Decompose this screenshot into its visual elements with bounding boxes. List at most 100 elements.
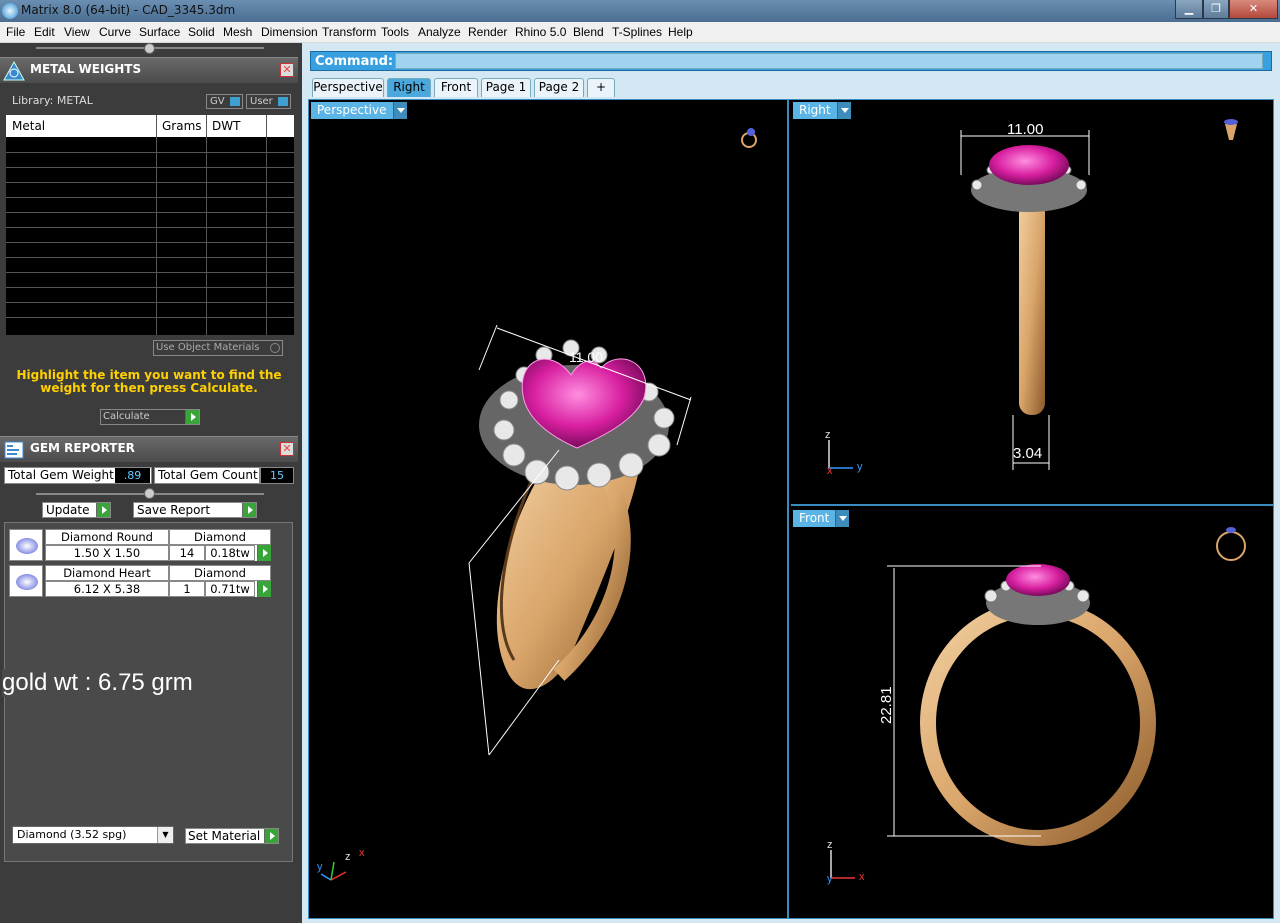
right-label-text: Right [799, 103, 831, 117]
axis-z-label: z [345, 851, 351, 863]
set-material-label: Set Material [188, 829, 261, 843]
front-viewport[interactable]: 22.81 z x y Front [791, 508, 1273, 918]
menu-analyze[interactable]: Analyze [418, 25, 461, 39]
menu-view[interactable]: View [64, 25, 90, 39]
right-shank-dim: 3.04 [1013, 445, 1042, 462]
menu-tools[interactable]: Tools [381, 25, 409, 39]
metal-table-header: Metal Grams DWT [6, 115, 294, 137]
play-icon [96, 503, 110, 517]
app-icon [2, 3, 18, 19]
set-material-button[interactable]: Set Material [185, 828, 279, 844]
viewport-menu-icon[interactable] [835, 510, 850, 527]
update-label: Update [46, 503, 90, 517]
viewport-menu-icon[interactable] [392, 102, 407, 119]
menu-surface[interactable]: Surface [139, 25, 180, 39]
calculate-label: Calculate [103, 411, 150, 422]
front-viewport-label[interactable]: Front [793, 510, 850, 527]
front-label-text: Front [799, 511, 830, 525]
right-render: 11.00 3.04 z y x [825, 119, 1238, 477]
play-icon [257, 545, 271, 561]
menu-blend[interactable]: Blend [573, 25, 604, 39]
menu-mesh[interactable]: Mesh [223, 25, 252, 39]
perspective-viewport-label[interactable]: Perspective [311, 102, 407, 119]
right-width-dim: 11.00 [1007, 121, 1043, 138]
gem-shape: Diamond Heart [45, 565, 169, 581]
play-icon [264, 829, 278, 843]
axis-x-label: x [859, 871, 865, 883]
menu-help[interactable]: Help [668, 25, 693, 39]
viewport-area: 11.00 y z x Perspective 11.00 3.04 z y x… [308, 99, 1274, 919]
command-label: Command: [315, 54, 394, 69]
gem-shape: Diamond Round [45, 529, 169, 545]
heart-gem-icon [9, 565, 43, 597]
gem-row[interactable]: Diamond Heart Diamond 6.12 X 5.38 1 0.71… [9, 565, 271, 597]
close-metal-panel-icon[interactable]: ✕ [280, 63, 294, 77]
gold-weight-note: gold wt : 6.75 grm [2, 669, 193, 697]
tab-right[interactable]: Right [387, 78, 431, 97]
tab-front[interactable]: Front [434, 78, 478, 97]
gv-toggle[interactable]: GV [206, 94, 243, 109]
command-input[interactable] [395, 53, 1263, 69]
left-panel: METAL WEIGHTS ✕ Library: METAL GV User M… [0, 43, 300, 923]
tab-page-2[interactable]: Page 2 [534, 78, 584, 97]
axis-x-label: x [827, 465, 833, 477]
workspace: Command: Perspective Right Front Page 1 … [302, 43, 1280, 923]
splitter-knob[interactable] [144, 43, 155, 54]
col-grams[interactable]: Grams [162, 119, 202, 133]
menu-tsplines[interactable]: T-Splines [612, 25, 662, 39]
tab-perspective[interactable]: Perspective [312, 78, 384, 97]
right-viewport-label[interactable]: Right [793, 102, 851, 119]
viewport-menu-icon[interactable] [836, 102, 851, 119]
material-select[interactable]: Diamond (3.52 spg) ▼ [12, 826, 174, 844]
right-viewport[interactable]: 11.00 3.04 z y x Right [791, 100, 1273, 506]
menu-dimension[interactable]: Dimension [261, 25, 318, 39]
use-object-materials-toggle[interactable]: Use Object Materials [153, 340, 283, 356]
metal-table[interactable]: Metal Grams DWT [6, 115, 294, 335]
gem-row-go[interactable] [255, 581, 271, 597]
perspective-viewport[interactable]: 11.00 y z x Perspective [309, 100, 789, 918]
menu-transform[interactable]: Transform [322, 25, 376, 39]
gem-reporter-header: GEM REPORTER ✕ [0, 436, 298, 462]
axis-x-label: x [359, 847, 365, 859]
menu-edit[interactable]: Edit [34, 25, 55, 39]
chevron-down-icon: ▼ [157, 827, 173, 843]
menu-rhino[interactable]: Rhino 5.0 [515, 25, 566, 39]
axis-y-label: y [317, 861, 323, 873]
minimize-button[interactable]: ▁ [1175, 0, 1203, 19]
save-report-button[interactable]: Save Report [133, 502, 257, 518]
use-object-materials-label: Use Object Materials [156, 342, 260, 353]
menu-bar: File Edit View Curve Surface Solid Mesh … [0, 22, 1280, 43]
gem-size: 1.50 X 1.50 [45, 545, 169, 561]
perspective-label-text: Perspective [317, 103, 387, 117]
gem-size: 6.12 X 5.38 [45, 581, 169, 597]
add-tab-button[interactable]: + [587, 78, 615, 97]
user-toggle[interactable]: User [246, 94, 291, 109]
menu-curve[interactable]: Curve [99, 25, 131, 39]
update-button[interactable]: Update [42, 502, 111, 518]
play-icon [185, 410, 199, 424]
app-window: Matrix 8.0 (64-bit) - CAD_3345.3dm ▁ ❐ ✕… [0, 0, 1280, 923]
gem-reporter-icon [4, 441, 24, 459]
col-dwt[interactable]: DWT [212, 119, 240, 133]
calculate-button[interactable]: Calculate [100, 409, 200, 425]
close-window-button[interactable]: ✕ [1229, 0, 1278, 19]
metal-weights-icon [3, 60, 25, 81]
tab-page-1[interactable]: Page 1 [481, 78, 531, 97]
gem-splitter-knob[interactable] [144, 488, 155, 499]
close-gem-panel-icon[interactable]: ✕ [280, 442, 294, 456]
user-toggle-label: User [250, 96, 273, 107]
save-report-label: Save Report [137, 503, 211, 517]
library-label: Library: METAL [12, 94, 93, 107]
menu-render[interactable]: Render [468, 25, 507, 39]
gem-weight: 0.71tw [205, 581, 255, 597]
menu-file[interactable]: File [6, 25, 25, 39]
col-metal[interactable]: Metal [12, 119, 45, 133]
play-icon [257, 581, 271, 597]
menu-solid[interactable]: Solid [188, 25, 215, 39]
material-select-value: Diamond (3.52 spg) [17, 828, 127, 841]
play-icon [242, 503, 256, 517]
command-bar: Command: [310, 51, 1272, 71]
maximize-button[interactable]: ❐ [1203, 0, 1229, 19]
gem-row[interactable]: Diamond Round Diamond 1.50 X 1.50 14 0.1… [9, 529, 271, 561]
gem-row-go[interactable] [255, 545, 271, 561]
